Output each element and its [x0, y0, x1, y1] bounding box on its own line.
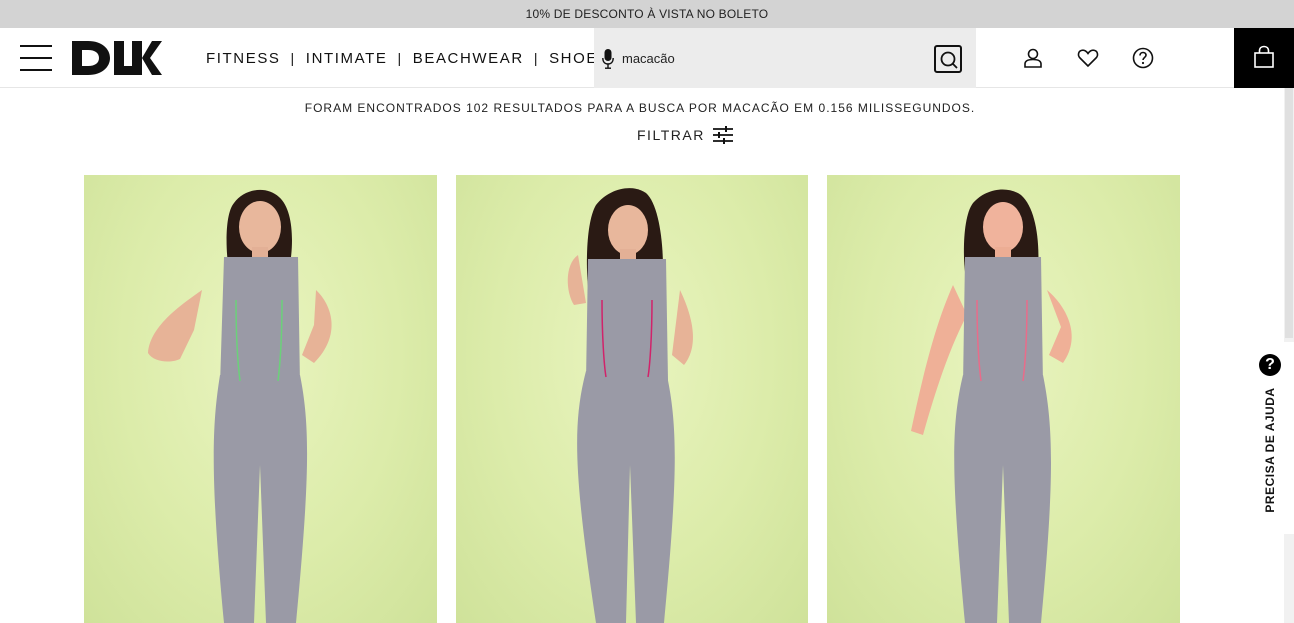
product-image — [148, 189, 332, 623]
heart-icon[interactable] — [1077, 47, 1099, 69]
product-card[interactable] — [456, 175, 808, 623]
main-nav: FITNESS | INTIMATE | BEACHWEAR | SHOES — [206, 28, 610, 88]
filter-button[interactable]: FILTRAR — [637, 125, 733, 145]
search-box — [594, 28, 976, 88]
search-button[interactable] — [934, 45, 962, 73]
help-icon[interactable] — [1132, 47, 1154, 69]
nav-beachwear[interactable]: BEACHWEAR — [413, 50, 524, 67]
nav-separator: | — [397, 50, 403, 66]
dlk-logo[interactable] — [70, 39, 162, 77]
filter-label: FILTRAR — [637, 127, 705, 143]
nav-separator: | — [533, 50, 540, 66]
product-card[interactable] — [827, 175, 1180, 623]
product-image — [567, 188, 693, 623]
user-icon[interactable] — [1022, 47, 1044, 69]
microphone-icon[interactable] — [602, 49, 614, 69]
filter-sliders-icon — [712, 126, 733, 144]
promo-bar: 10% DE DESCONTO À VISTA NO BOLETO — [0, 0, 1294, 28]
shopping-bag-icon — [1254, 45, 1274, 68]
nav-separator: | — [290, 50, 296, 66]
product-image — [911, 189, 1072, 623]
nav-intimate[interactable]: INTIMATE — [306, 50, 388, 67]
menu-icon[interactable] — [20, 44, 52, 72]
nav-fitness[interactable]: FITNESS — [206, 50, 281, 67]
product-card[interactable] — [84, 175, 437, 623]
promo-text: 10% DE DESCONTO À VISTA NO BOLETO — [525, 7, 769, 21]
search-results-summary: FORAM ENCONTRADOS 102 RESULTADOS PARA A … — [304, 101, 976, 115]
shopping-bag-button[interactable] — [1234, 28, 1294, 88]
help-tab-label: PRECISA DE AJUDA — [1263, 387, 1277, 513]
help-tab[interactable]: ? PRECISA DE AJUDA — [1256, 342, 1294, 534]
search-input[interactable] — [622, 46, 922, 70]
scrollbar-thumb[interactable] — [1285, 88, 1293, 338]
question-icon: ? — [1259, 354, 1281, 376]
site-header: FITNESS | INTIMATE | BEACHWEAR | SHOES — [0, 28, 1294, 88]
search-icon — [940, 51, 958, 69]
